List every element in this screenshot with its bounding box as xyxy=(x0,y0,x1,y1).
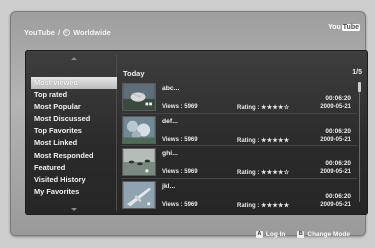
video-thumbnail[interactable] xyxy=(122,180,156,209)
sidebar-item-top-rated[interactable]: Top rated xyxy=(31,89,117,101)
sidebar-item-most-popular[interactable]: Most Popular xyxy=(31,101,117,113)
video-date: 2009-05-21 xyxy=(320,136,351,143)
video-views: Views : 5969 xyxy=(162,104,198,110)
a-key-icon: A xyxy=(255,230,263,238)
video-title[interactable]: abc... xyxy=(162,85,179,92)
sidebar-item-most-responded[interactable]: Most Responded xyxy=(31,150,117,162)
logo-you: You xyxy=(328,24,341,31)
video-duration: 00:06:20 xyxy=(325,192,351,200)
login-label: Log In xyxy=(265,230,286,238)
video-date: 2009-05-21 xyxy=(320,104,351,110)
video-thumbnail[interactable] xyxy=(122,148,156,176)
star-rating-icon: ★★★★☆ xyxy=(261,105,290,111)
sidebar-item-most-viewed[interactable]: Most viewed xyxy=(31,77,117,90)
video-item[interactable]: abc... 00:06:20 Views : 5969 Rating : ★★… xyxy=(121,81,357,114)
sidebar-item-most-linked[interactable]: Most Linked xyxy=(31,137,117,149)
rating-label: Rating : xyxy=(237,137,260,144)
video-title[interactable]: def... xyxy=(162,118,178,125)
video-item[interactable]: jkl... 00:06:20 Views : 5969 Rating : ★★… xyxy=(121,179,357,212)
rating-label: Rating : xyxy=(237,170,260,176)
video-views: Views : 5969 xyxy=(162,201,198,208)
video-list-area: Today 1/5 abc... 00:06:20 Views: 5969 R… xyxy=(121,54,364,211)
scroll-down-icon[interactable] xyxy=(71,208,77,211)
change-mode-hint[interactable]: B Change Mode xyxy=(297,230,350,238)
button-hint-bar: A Log In B Change Mode xyxy=(255,229,350,239)
video-views: Views : 5969 xyxy=(162,169,198,175)
video-rating: Rating : ★★★★☆ xyxy=(237,104,289,111)
video-list: abc... 00:06:20 Views : 5969 Rating : ★★… xyxy=(121,81,357,211)
video-views: Views : 5969 xyxy=(162,136,198,143)
video-rating: Rating : ★★★★★ xyxy=(237,202,289,209)
scroll-up-icon[interactable] xyxy=(71,57,77,60)
video-rating: Rating : ★★★★★ xyxy=(237,137,289,144)
breadcrumb-app[interactable]: YouTube xyxy=(24,28,55,37)
rating-label: Rating : xyxy=(237,105,260,111)
star-rating-icon: ★★★★☆ xyxy=(261,170,290,176)
logo-tube: Tube xyxy=(341,24,360,31)
video-date: 2009-05-21 xyxy=(320,201,351,208)
video-item[interactable]: def... 00:06:20 Views : 5969 Rating : ★★… xyxy=(121,114,357,146)
breadcrumb-separator: / xyxy=(57,27,61,37)
youtube-logo: You Tube xyxy=(328,24,360,31)
rating-label: Rating : xyxy=(237,202,260,209)
video-thumbnail[interactable] xyxy=(122,115,156,144)
video-title[interactable]: ghi... xyxy=(162,150,178,157)
star-rating-icon: ★★★★★ xyxy=(261,137,290,144)
breadcrumb: YouTube / Worldwide xyxy=(24,23,324,41)
scrollbar-thumb[interactable] xyxy=(358,82,361,92)
change-mode-label: Change Mode xyxy=(307,230,350,238)
tv-frame: YouTube / Worldwide You Tube Most viewed… xyxy=(10,11,368,239)
video-duration: 00:06:20 xyxy=(325,95,351,102)
category-sidebar: Most viewed Top rated Most Popular Most … xyxy=(29,54,117,211)
section-title: Today xyxy=(123,69,145,78)
video-item[interactable]: ghi... 00:06:20 Views : 5969 Rating : ★★… xyxy=(121,146,357,179)
video-rating: Rating : ★★★★☆ xyxy=(237,169,289,176)
video-duration: 00:06:20 xyxy=(325,160,351,167)
video-date: 2009-05-21 xyxy=(320,169,351,175)
category-menu: Most viewed Top rated Most Popular Most … xyxy=(31,77,117,198)
sidebar-item-visited-history[interactable]: Visited History xyxy=(31,174,117,186)
sidebar-item-most-discussed[interactable]: Most Discussed xyxy=(31,113,117,125)
video-duration: 00:06:20 xyxy=(325,127,351,135)
content-panel: Most viewed Top rated Most Popular Most … xyxy=(25,50,368,215)
globe-icon xyxy=(63,28,71,36)
video-title[interactable]: jkl... xyxy=(162,183,175,190)
breadcrumb-region: Worldwide xyxy=(73,27,111,37)
page-indicator: 1/5 xyxy=(352,69,362,76)
sidebar-item-my-favorites[interactable]: My Favorites xyxy=(31,186,117,198)
sidebar-item-top-favorites[interactable]: Top Favorites xyxy=(31,125,117,137)
scrollbar-track[interactable] xyxy=(359,82,360,202)
login-hint[interactable]: A Log In xyxy=(255,230,286,238)
star-rating-icon: ★★★★★ xyxy=(261,202,290,209)
video-thumbnail[interactable] xyxy=(122,83,156,111)
sidebar-item-featured[interactable]: Featured xyxy=(31,162,117,174)
b-key-icon: B xyxy=(297,230,305,238)
